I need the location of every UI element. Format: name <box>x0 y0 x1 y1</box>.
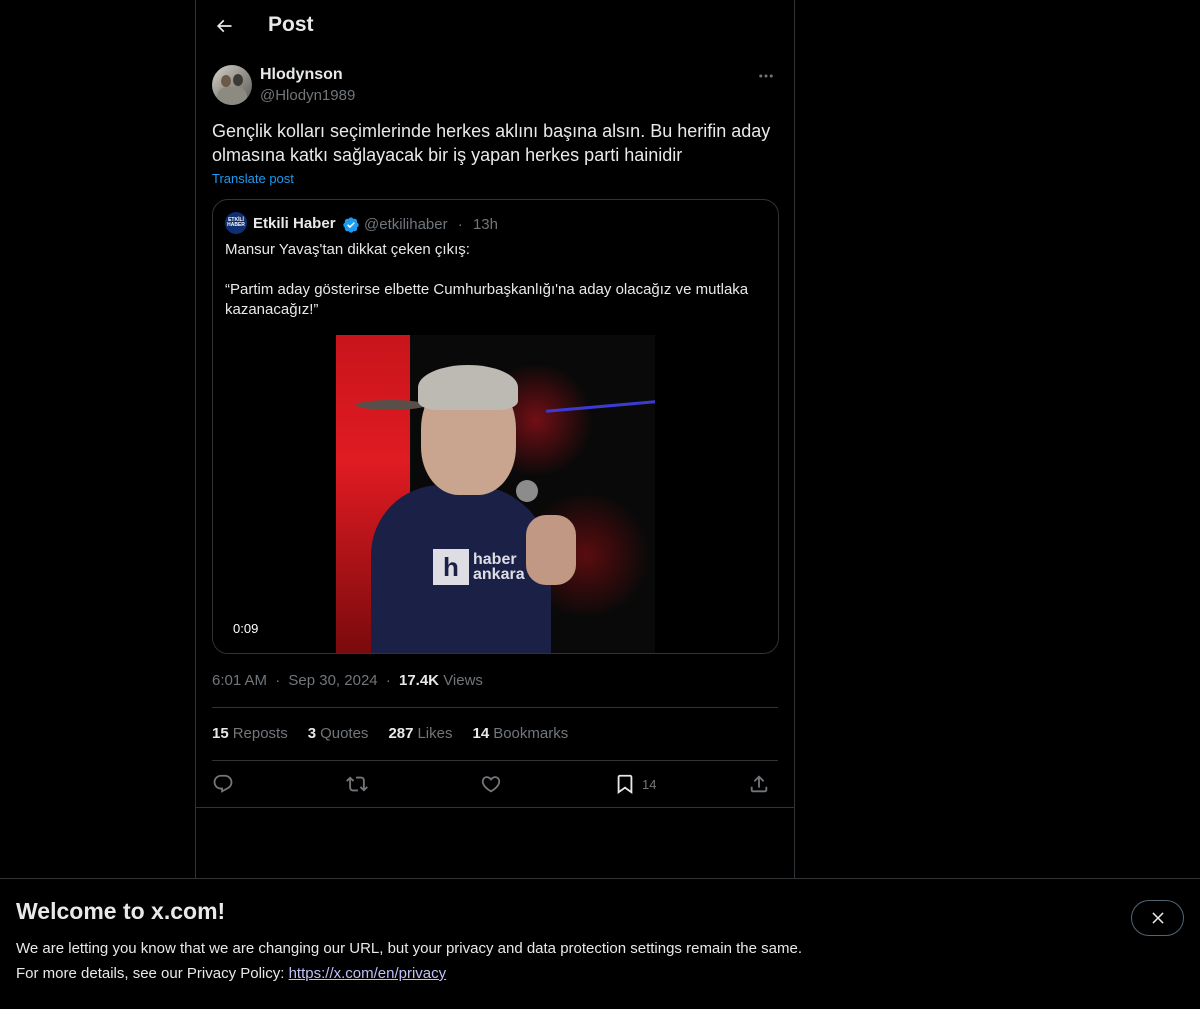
page-title: Post <box>268 13 314 36</box>
divider <box>212 707 778 708</box>
quoted-author-meta: @etkilihaber · 13h <box>364 216 498 233</box>
quoted-text: Mansur Yavaş'tan dikkat çeken çıkış: “Pa… <box>225 241 749 318</box>
banner-title: Welcome to x.com! <box>16 898 226 924</box>
bookmark-icon <box>617 774 633 795</box>
author-handle[interactable]: @Hlodyn1989 <box>260 87 355 104</box>
quoted-time: 13h <box>472 216 498 233</box>
quoted-avatar: ETKİLİ HABER <box>225 212 247 234</box>
back-button[interactable] <box>206 8 242 44</box>
banner-text: We are letting you know that we are chan… <box>16 936 802 986</box>
quoted-author-name: Etkili Haber <box>253 215 336 232</box>
repost-icon <box>346 776 368 792</box>
likes-stat[interactable]: 287 Likes <box>388 725 452 742</box>
quoted-author-handle: @etkilihaber <box>364 216 448 233</box>
page-header: Post <box>196 0 794 54</box>
post-time[interactable]: 6:01 AM <box>212 672 267 689</box>
post-author: Hlodynson @Hlodyn1989 <box>212 64 778 108</box>
meta-separator: · <box>457 216 463 233</box>
welcome-banner: Welcome to x.com! We are letting you kno… <box>0 878 1200 1009</box>
divider <box>212 760 778 761</box>
main-column: Post Hlodynson @Hlodyn1989 Gençlik kolla… <box>195 0 795 1009</box>
bookmark-button[interactable]: 14 <box>614 770 656 798</box>
more-options-button[interactable] <box>754 64 778 88</box>
banner-line-1: We are letting you know that we are chan… <box>16 940 802 957</box>
reply-button[interactable] <box>212 770 234 798</box>
video-duration: 0:09 <box>225 620 267 637</box>
like-button[interactable] <box>480 770 502 798</box>
arrow-left-icon <box>216 19 232 33</box>
views-label: Views <box>443 672 483 689</box>
reply-icon <box>213 774 233 793</box>
quoted-post[interactable]: ETKİLİ HABER Etkili Haber @etkilihaber ·… <box>212 199 779 654</box>
action-bar: 14 <box>212 770 778 798</box>
repost-button[interactable] <box>346 770 368 798</box>
banner-line-2: For more details, see our Privacy Policy… <box>16 965 447 982</box>
share-icon <box>750 775 768 793</box>
close-banner-button[interactable] <box>1131 900 1184 936</box>
share-button[interactable] <box>748 770 770 798</box>
divider <box>196 807 794 808</box>
bookmark-count: 14 <box>642 776 657 792</box>
more-dots-icon <box>759 74 773 78</box>
translate-post-link[interactable]: Translate post <box>212 171 294 186</box>
post-text: Gençlik kolları seçimlerinde herkes aklı… <box>212 121 771 165</box>
close-icon <box>1151 912 1164 924</box>
video-player[interactable]: h haber ankara 0:09 <box>213 335 778 653</box>
video-thumbnail: h haber ankara <box>336 335 655 653</box>
avatar[interactable] <box>212 65 252 105</box>
bookmarks-stat[interactable]: 14 Bookmarks <box>473 725 569 742</box>
heart-icon <box>481 776 501 793</box>
privacy-policy-link[interactable]: https://x.com/en/privacy <box>289 965 447 982</box>
meta-separator: · <box>385 672 391 689</box>
post-date[interactable]: Sep 30, 2024 <box>288 672 377 689</box>
post-meta: 6:01 AM · Sep 30, 2024 · 17.4K Views <box>212 672 483 689</box>
views-count: 17.4K <box>398 672 440 689</box>
verified-badge-icon <box>343 217 359 233</box>
author-name[interactable]: Hlodynson <box>260 66 343 84</box>
quotes-stat[interactable]: 3 Quotes <box>308 725 369 742</box>
reposts-stat[interactable]: 15 Reposts <box>212 725 288 742</box>
meta-separator: · <box>275 672 281 689</box>
engagement-stats: 15 Reposts 3 Quotes 287 Likes 14 Bookmarks <box>212 725 568 742</box>
haber-ankara-watermark: h haber ankara <box>433 549 525 585</box>
